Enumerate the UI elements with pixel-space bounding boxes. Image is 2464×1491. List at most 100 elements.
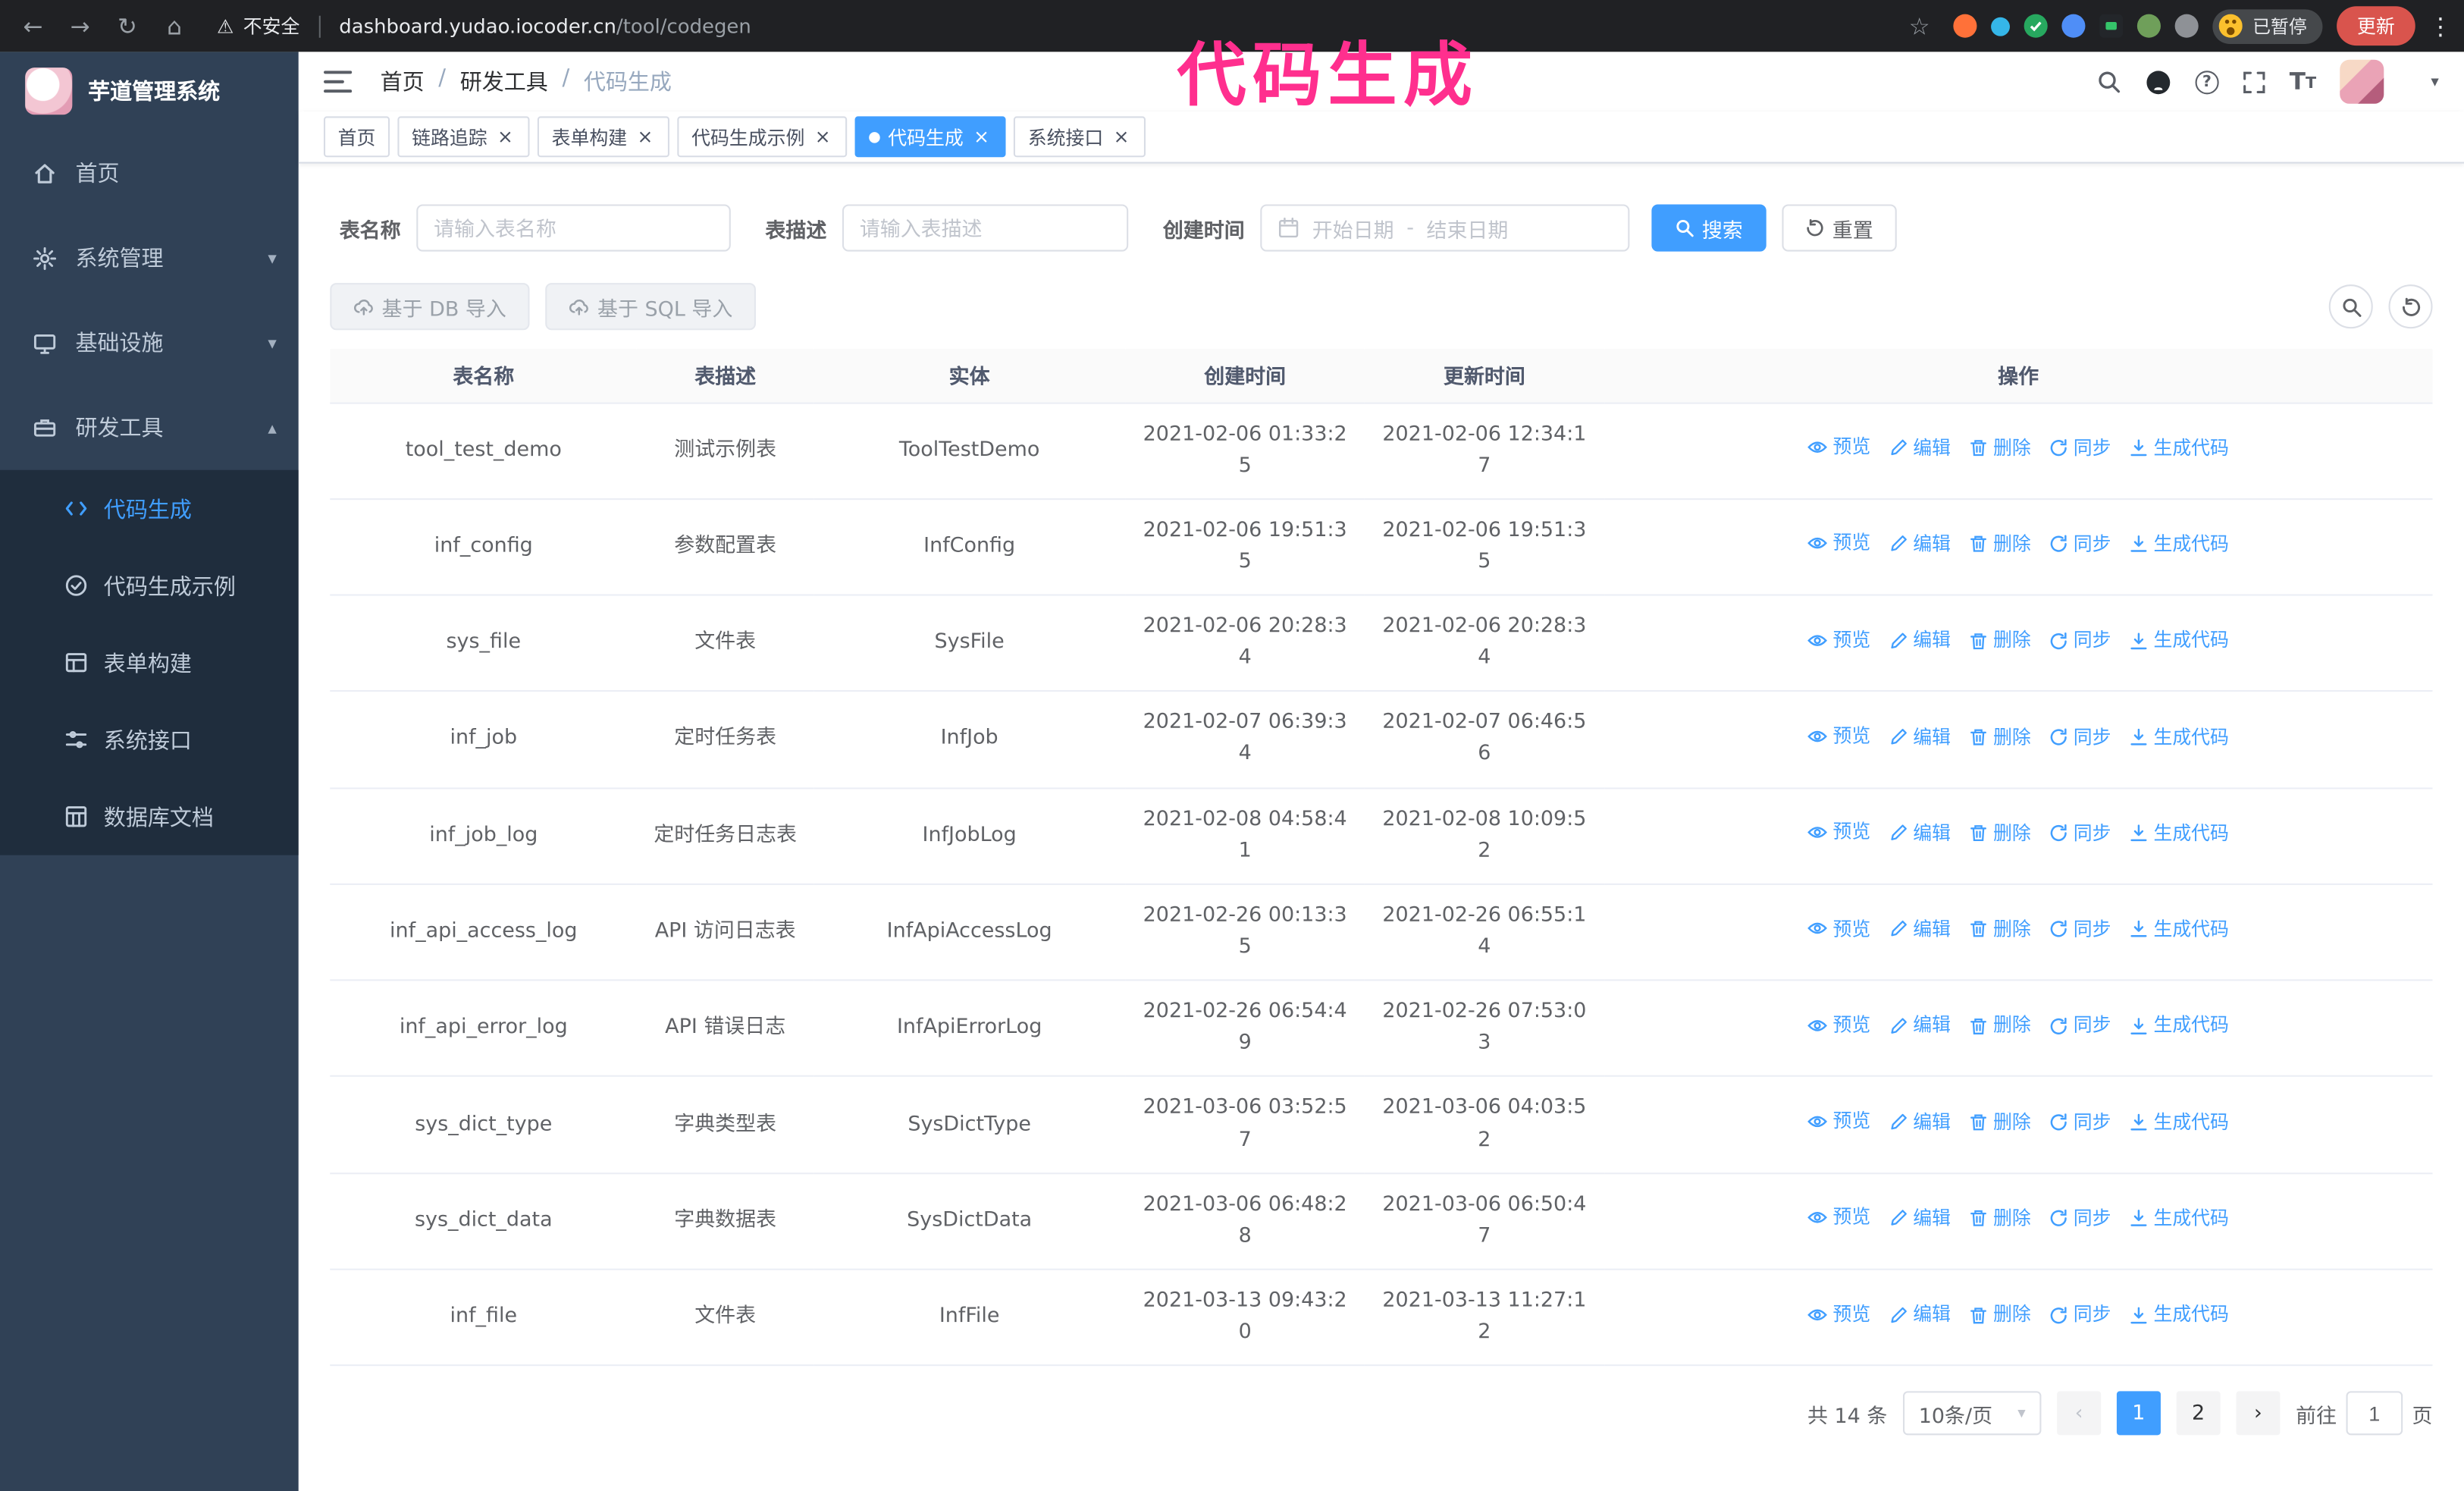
generate-code-link[interactable]: 生成代码 (2130, 722, 2229, 752)
delete-link[interactable]: 删除 (1970, 722, 2031, 752)
sync-link[interactable]: 同步 (2050, 529, 2111, 559)
sync-link[interactable]: 同步 (2050, 722, 2111, 752)
extension-people-icon[interactable] (2062, 14, 2086, 38)
edit-link[interactable]: 编辑 (1889, 915, 1951, 944)
bookmark-star-icon[interactable]: ☆ (1899, 5, 1940, 46)
sidebar-item-codegen-example[interactable]: 代码生成示例 (0, 547, 299, 624)
close-icon[interactable]: × (813, 127, 833, 147)
edit-link[interactable]: 编辑 (1889, 1108, 1951, 1138)
date-range-picker[interactable]: 开始日期 - 结束日期 (1260, 204, 1630, 252)
hamburger-icon[interactable] (323, 71, 353, 93)
delete-link[interactable]: 删除 (1970, 1301, 2031, 1330)
delete-link[interactable]: 删除 (1970, 915, 2031, 944)
sync-link[interactable]: 同步 (2050, 1204, 2111, 1234)
reset-button[interactable]: 重置 (1782, 204, 1897, 252)
edit-link[interactable]: 编辑 (1889, 1204, 1951, 1234)
sync-link[interactable]: 同步 (2050, 1108, 2111, 1138)
generate-code-link[interactable]: 生成代码 (2130, 1108, 2229, 1138)
extension-check-icon[interactable] (2024, 14, 2049, 38)
delete-link[interactable]: 删除 (1970, 1108, 2031, 1138)
delete-link[interactable]: 删除 (1970, 529, 2031, 559)
preview-link[interactable]: 预览 (1807, 1106, 1870, 1136)
delete-link[interactable]: 删除 (1970, 433, 2031, 463)
sidebar-item-form-builder[interactable]: 表单构建 (0, 624, 299, 702)
reload-icon[interactable]: ↻ (107, 5, 148, 46)
preview-link[interactable]: 预览 (1807, 1010, 1870, 1040)
sync-link[interactable]: 同步 (2050, 915, 2111, 944)
extension-drop-icon[interactable] (1992, 16, 2011, 36)
page-size-select[interactable]: 10条/页 ▾ (1903, 1391, 2042, 1436)
preview-link[interactable]: 预览 (1807, 432, 1870, 462)
tab-api[interactable]: 系统接口 × (1014, 116, 1146, 158)
tab-codegen[interactable]: 代码生成 × (854, 116, 1006, 158)
generate-code-link[interactable]: 生成代码 (2130, 1011, 2229, 1041)
security-indicator[interactable]: ⚠ 不安全 (217, 13, 299, 39)
sidebar-item-home[interactable]: 首页 (0, 130, 299, 215)
extension-onpage-icon[interactable] (2100, 14, 2124, 38)
sidebar-item-codegen[interactable]: 代码生成 (0, 470, 299, 548)
sync-link[interactable]: 同步 (2050, 1301, 2111, 1330)
preview-link[interactable]: 预览 (1807, 1300, 1870, 1329)
edit-link[interactable]: 编辑 (1889, 433, 1951, 463)
prev-page-button[interactable]: ‹ (2057, 1391, 2102, 1436)
generate-code-link[interactable]: 生成代码 (2130, 915, 2229, 944)
close-icon[interactable]: × (495, 127, 516, 147)
preview-link[interactable]: 预览 (1807, 914, 1870, 943)
forward-icon[interactable]: → (60, 5, 101, 46)
generate-code-link[interactable]: 生成代码 (2130, 1204, 2229, 1234)
toggle-search-button[interactable] (2328, 284, 2373, 329)
table-name-input[interactable] (416, 204, 731, 252)
profile-paused-badge[interactable]: 已暂停 (2213, 8, 2323, 43)
goto-page-input[interactable] (2346, 1391, 2403, 1436)
edit-link[interactable]: 编辑 (1889, 529, 1951, 559)
address-bar[interactable]: dashboard.yudao.iocoder.cn/tool/codegen (339, 14, 751, 38)
tab-codegen-example[interactable]: 代码生成示例 × (677, 116, 848, 158)
edit-link[interactable]: 编辑 (1889, 818, 1951, 848)
preview-link[interactable]: 预览 (1807, 1203, 1870, 1232)
delete-link[interactable]: 删除 (1970, 1204, 2031, 1234)
edit-link[interactable]: 编辑 (1889, 1301, 1951, 1330)
sidebar-item-api[interactable]: 系统接口 (0, 701, 299, 778)
refresh-table-button[interactable] (2388, 284, 2433, 329)
user-avatar[interactable] (2340, 59, 2384, 104)
font-size-icon[interactable]: TT (2290, 69, 2316, 93)
extension-puzzle-icon[interactable] (2175, 14, 2199, 38)
next-page-button[interactable]: › (2236, 1391, 2281, 1436)
sidebar-item-devtools[interactable]: 研发工具 ▴ (0, 385, 299, 470)
home-icon[interactable]: ⌂ (154, 5, 195, 46)
sync-link[interactable]: 同步 (2050, 626, 2111, 655)
import-db-button[interactable]: 基于 DB 导入 (330, 283, 530, 331)
chrome-update-button[interactable]: 更新 (2337, 6, 2415, 46)
chevron-down-icon[interactable]: ▾ (2431, 73, 2438, 90)
sync-link[interactable]: 同步 (2050, 818, 2111, 848)
tab-tracing[interactable]: 链路追踪 × (397, 116, 530, 158)
page-button-1[interactable]: 1 (2116, 1391, 2161, 1436)
sync-link[interactable]: 同步 (2050, 433, 2111, 463)
breadcrumb-home[interactable]: 首页 (381, 66, 425, 97)
github-icon[interactable] (2145, 68, 2171, 95)
edit-link[interactable]: 编辑 (1889, 626, 1951, 655)
extension-plant-icon[interactable] (2137, 14, 2161, 38)
app-logo[interactable]: 芋道管理系统 (0, 52, 299, 130)
close-icon[interactable]: × (635, 127, 655, 147)
generate-code-link[interactable]: 生成代码 (2130, 1301, 2229, 1330)
page-button-2[interactable]: 2 (2176, 1391, 2221, 1436)
sidebar-item-infra[interactable]: 基础设施 ▾ (0, 300, 299, 385)
edit-link[interactable]: 编辑 (1889, 722, 1951, 752)
back-icon[interactable]: ← (13, 5, 54, 46)
table-desc-input[interactable] (842, 204, 1129, 252)
breadcrumb-devtools[interactable]: 研发工具 (460, 66, 548, 97)
help-icon[interactable]: ? (2195, 70, 2219, 94)
generate-code-link[interactable]: 生成代码 (2130, 433, 2229, 463)
generate-code-link[interactable]: 生成代码 (2130, 529, 2229, 559)
chrome-menu-icon[interactable]: ⋮ (2428, 5, 2452, 46)
import-sql-button[interactable]: 基于 SQL 导入 (545, 283, 757, 331)
edit-link[interactable]: 编辑 (1889, 1011, 1951, 1041)
generate-code-link[interactable]: 生成代码 (2130, 818, 2229, 848)
extension-fox-icon[interactable] (1954, 14, 1978, 38)
generate-code-link[interactable]: 生成代码 (2130, 626, 2229, 655)
close-icon[interactable]: × (971, 127, 992, 147)
tab-form-builder[interactable]: 表单构建 × (537, 116, 670, 158)
preview-link[interactable]: 预览 (1807, 529, 1870, 558)
delete-link[interactable]: 删除 (1970, 818, 2031, 848)
